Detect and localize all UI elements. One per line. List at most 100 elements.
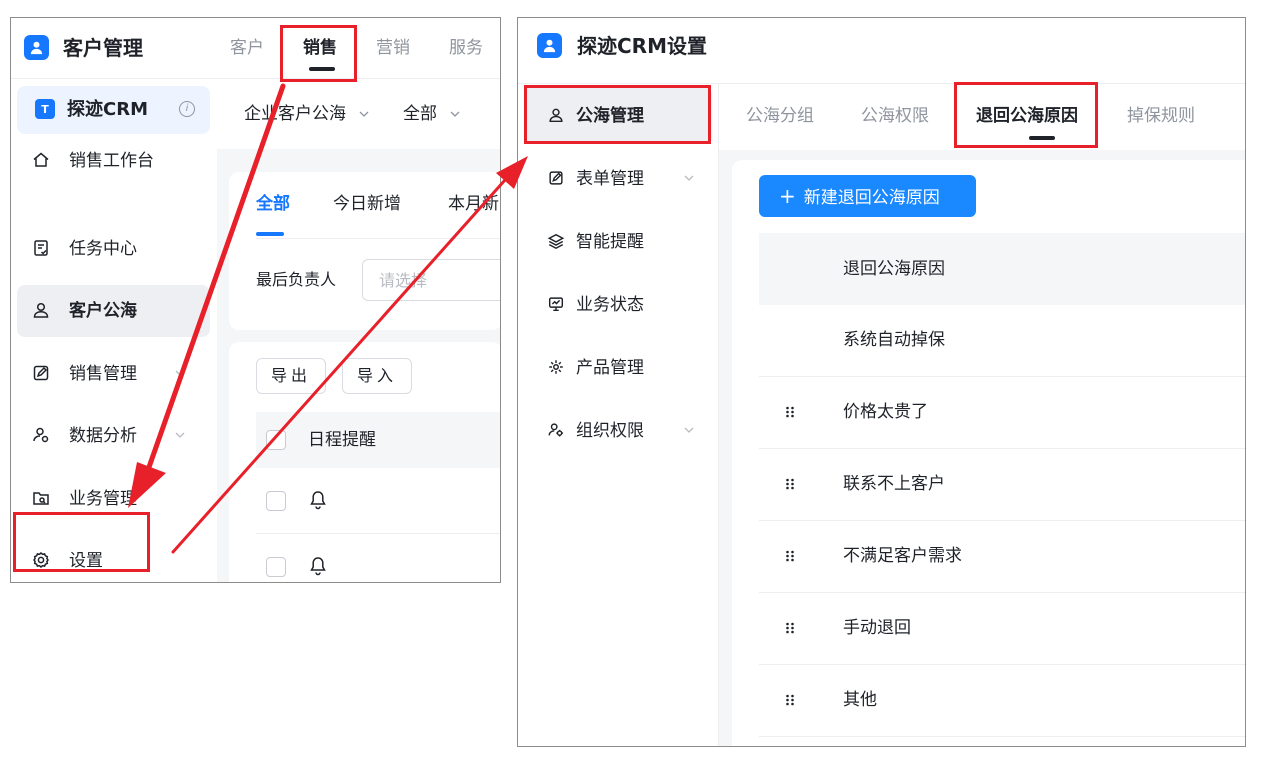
table-header: 退回公海原因	[759, 233, 1245, 305]
tab-this-month-new[interactable]: 本月新	[448, 192, 499, 216]
highlight-return-reason-tab	[954, 82, 1098, 148]
top-tab-service[interactable]: 服务	[449, 37, 483, 59]
app-logo-icon	[537, 33, 562, 58]
chevron-down-icon	[684, 427, 694, 433]
owner-select-placeholder: 请选择	[379, 271, 428, 290]
list-item: 系统自动掉保	[759, 305, 1245, 377]
sidebar-item-sales-management[interactable]: 销售管理	[17, 348, 210, 400]
folder-icon	[31, 488, 51, 508]
user-icon	[31, 300, 51, 320]
drag-handle-icon[interactable]	[784, 403, 796, 421]
tab-pool-permission[interactable]: 公海权限	[861, 104, 929, 128]
sidebar-item-sales-workbench[interactable]: 销售工作台	[17, 135, 210, 187]
tab-all[interactable]: 全部	[256, 192, 290, 216]
plus-icon: +	[779, 184, 796, 208]
top-tab-marketing[interactable]: 营销	[376, 37, 410, 59]
import-button[interactable]: 导入	[342, 358, 413, 394]
reason-text: 其他	[843, 690, 877, 710]
settings-content: + 新建退回公海原因 退回公海原因 系统自动掉保 价格太贵了 联系不上客户 不满足…	[719, 150, 1245, 746]
sidebar-item-label: 客户公海	[69, 301, 137, 321]
list-item[interactable]: 价格太贵了	[759, 377, 1245, 449]
owner-select-input[interactable]: 请选择	[362, 259, 500, 301]
list-item[interactable]: 手动退回	[759, 593, 1245, 665]
sidebar-item-label: 数据分析	[69, 426, 137, 446]
scope-select[interactable]: 全部	[403, 102, 460, 126]
sidebar-item-form-management[interactable]: 表单管理	[524, 151, 712, 207]
sidebar-item-business-status[interactable]: 业务状态	[524, 277, 712, 333]
sidebar-item-label: 业务管理	[69, 489, 137, 509]
list-item[interactable]: 联系不上客户	[759, 449, 1245, 521]
row-checkbox[interactable]	[266, 491, 286, 511]
tab-drop-rule[interactable]: 掉保规则	[1127, 104, 1195, 128]
chevron-down-icon	[175, 432, 185, 438]
new-reason-button[interactable]: + 新建退回公海原因	[759, 175, 976, 217]
sidebar-item-label: 组织权限	[576, 421, 644, 441]
reason-card: + 新建退回公海原因 退回公海原因 系统自动掉保 价格太贵了 联系不上客户 不满足…	[732, 160, 1245, 746]
drag-handle-icon[interactable]	[784, 547, 796, 565]
tab-today-new[interactable]: 今日新增	[333, 192, 401, 216]
crm-window-left: 客户管理 客户 销售 营销 服务 T 探迹CRM i 销售工作台 任务中心 客户…	[10, 17, 501, 583]
reason-text: 价格太贵了	[843, 402, 928, 422]
pool-select-value: 企业客户公海	[244, 104, 346, 124]
list-item[interactable]: 其他	[759, 665, 1245, 737]
chevron-down-icon	[175, 370, 185, 376]
reason-text: 不满足客户需求	[843, 546, 962, 566]
column-header-reason: 退回公海原因	[843, 259, 945, 279]
sidebar-item-task-center[interactable]: 任务中心	[17, 223, 210, 275]
drag-handle-icon[interactable]	[784, 691, 796, 709]
home-icon	[31, 150, 51, 170]
bell-icon[interactable]	[309, 490, 327, 510]
sidebar-item-customer-pool[interactable]: 客户公海	[17, 285, 210, 337]
app-logo-icon	[24, 35, 49, 60]
table-card: 导出 导入 日程提醒	[229, 342, 500, 582]
bell-icon[interactable]	[309, 556, 327, 576]
brand-label: 探迹CRM	[67, 99, 148, 120]
row-checkbox[interactable]	[266, 557, 286, 577]
app-header: 客户管理 客户 销售 营销 服务	[11, 18, 500, 79]
sidebar: T 探迹CRM i 销售工作台 任务中心 客户公海 销售管理 数据分析 业务管理…	[11, 79, 217, 582]
edit-icon	[31, 363, 51, 383]
owner-label: 最后负责人	[256, 270, 337, 289]
divider	[256, 238, 500, 239]
table-header: 日程提醒	[256, 412, 500, 468]
sidebar-item-label: 智能提醒	[576, 232, 644, 252]
reason-text: 系统自动掉保	[843, 330, 945, 350]
sidebar-item-product-management[interactable]: 产品管理	[524, 340, 712, 396]
drag-handle-icon[interactable]	[784, 619, 796, 637]
drag-handle-icon[interactable]	[784, 475, 796, 493]
sidebar-item-smart-reminder[interactable]: 智能提醒	[524, 214, 712, 270]
select-all-checkbox[interactable]	[266, 430, 286, 450]
reason-text: 手动退回	[843, 618, 911, 638]
sidebar-item-label: 产品管理	[576, 358, 644, 378]
filter-bar: 企业客户公海 全部	[217, 79, 500, 149]
brand-row[interactable]: T 探迹CRM i	[17, 86, 210, 134]
main-content: 企业客户公海 全部 全部 今日新增 本月新 最后负责人 请选择 导出 导入 日程…	[217, 79, 500, 582]
sidebar-item-label: 销售管理	[69, 364, 137, 384]
sidebar-item-label: 表单管理	[576, 169, 644, 189]
list-item[interactable]: 不满足客户需求	[759, 521, 1245, 593]
table-row	[256, 534, 500, 582]
tab-pool-group[interactable]: 公海分组	[746, 104, 814, 128]
layers-icon	[547, 232, 565, 250]
filter-card: 全部 今日新增 本月新 最后负责人 请选择	[229, 172, 500, 330]
settings-header: 探迹CRM设置	[518, 18, 1245, 84]
top-tab-customer[interactable]: 客户	[230, 37, 264, 59]
chevron-down-icon	[359, 111, 369, 117]
sidebar-item-data-analysis[interactable]: 数据分析	[17, 410, 210, 462]
chevron-down-icon	[450, 111, 460, 117]
pool-select[interactable]: 企业客户公海	[244, 102, 369, 126]
form-icon	[547, 169, 565, 187]
export-button[interactable]: 导出	[256, 358, 327, 394]
app-title: 客户管理	[63, 36, 143, 60]
sidebar-item-label: 任务中心	[69, 239, 137, 259]
sidebar-item-org-permissions[interactable]: 组织权限	[524, 403, 712, 459]
task-icon	[31, 238, 51, 258]
new-reason-button-label: 新建退回公海原因	[803, 188, 940, 208]
settings-sidebar: 公海管理 表单管理 智能提醒 业务状态 产品管理 组织权限	[518, 84, 719, 746]
scope-select-value: 全部	[403, 104, 437, 124]
settings-title: 探迹CRM设置	[577, 34, 707, 58]
brand-logo-icon: T	[35, 99, 55, 119]
column-header-reminder: 日程提醒	[308, 430, 376, 450]
info-icon[interactable]: i	[179, 101, 195, 117]
org-icon	[547, 421, 565, 439]
